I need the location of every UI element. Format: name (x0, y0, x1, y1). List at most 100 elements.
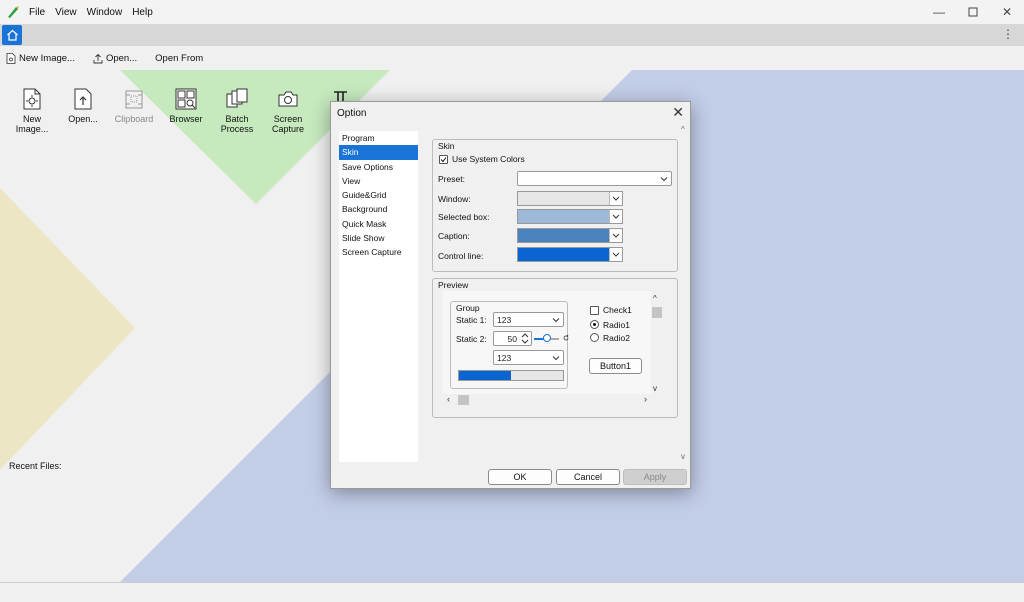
scroll-right-icon[interactable]: › (644, 394, 647, 404)
chevron-down-icon (612, 233, 620, 238)
caption-color-arrow[interactable] (609, 229, 622, 242)
clipboard-icon (125, 90, 143, 109)
preview-combo[interactable]: 123 (493, 350, 564, 365)
menu-window[interactable]: Window (82, 7, 128, 18)
nav-item-quick-mask[interactable]: Quick Mask (339, 217, 418, 231)
nav-item-program[interactable]: Program (339, 131, 418, 145)
control-line-color-swatch (518, 248, 609, 261)
launch-new-image-line1: New (22, 114, 41, 124)
panel-scroll-up-icon[interactable]: ^ (681, 125, 685, 134)
check1-checkbox[interactable] (590, 306, 599, 315)
menu-view[interactable]: View (50, 7, 82, 18)
upload-icon (93, 53, 103, 63)
caption-color-picker[interactable] (517, 228, 623, 243)
launch-new-image[interactable]: New Image... (8, 88, 56, 134)
scrollbar-thumb[interactable] (458, 395, 469, 405)
selected-box-color-picker[interactable] (517, 209, 623, 224)
use-system-colors-checkbox[interactable] (439, 155, 448, 164)
chevron-down-icon (552, 356, 560, 361)
vertical-scrollbar[interactable]: ^ v (651, 294, 662, 393)
horizontal-scrollbar[interactable]: ‹ › (443, 394, 651, 406)
static1-value: 123 (497, 315, 512, 325)
progress-fill (459, 371, 511, 380)
button1[interactable]: Button1 (589, 358, 642, 374)
dialog-title: Option (337, 108, 367, 119)
app-logo-icon (6, 5, 20, 19)
launch-screen-capture-line1: Screen (273, 114, 303, 124)
launch-screen-capture-line2: Capture (271, 124, 305, 134)
menu-file[interactable]: File (24, 7, 50, 18)
camera-icon (278, 91, 298, 107)
new-image-icon (6, 52, 16, 64)
minimize-button[interactable]: — (922, 0, 956, 24)
launch-batch-line1: Batch (225, 114, 249, 124)
vscroll-down-icon[interactable]: v (653, 384, 657, 393)
nav-item-screen-capture[interactable]: Screen Capture (339, 245, 418, 259)
static2-value: 50 (507, 334, 517, 344)
chevron-down-icon (660, 177, 668, 182)
preview-group-label: Preview (438, 280, 469, 290)
check1-label: Check1 (603, 305, 632, 315)
preview-group: Preview Group Static 1: 123 Static 2: 50 (432, 278, 678, 418)
nav-item-slide-show[interactable]: Slide Show (339, 231, 418, 245)
cancel-button[interactable]: Cancel (556, 469, 620, 485)
slider-thumb[interactable] (543, 334, 551, 342)
control-line-color-arrow[interactable] (609, 248, 622, 261)
window-color-picker[interactable] (517, 191, 623, 206)
open-from-label: Open From (155, 52, 204, 64)
preview-inner-group-label: Group (456, 303, 480, 313)
status-bar (0, 582, 1024, 602)
open-from-button[interactable]: Open From (155, 53, 203, 64)
apply-button[interactable]: Apply (623, 469, 687, 485)
launch-open-label: Open... (68, 114, 98, 124)
browser-icon (175, 88, 197, 110)
close-window-button[interactable]: ✕ (990, 0, 1024, 24)
launch-browser[interactable]: Browser (162, 88, 210, 124)
preset-dropdown[interactable] (517, 171, 672, 186)
window-color-arrow[interactable] (609, 192, 622, 205)
option-dialog: Option ✕ Program Skin Save Options View … (330, 101, 691, 489)
new-image-button[interactable]: New Image... (6, 53, 75, 64)
radio2-button[interactable] (590, 333, 599, 342)
nav-item-background[interactable]: Background (339, 202, 418, 216)
ok-button[interactable]: OK (488, 469, 552, 485)
static2-spinner[interactable]: 50 (493, 331, 532, 346)
menu-help[interactable]: Help (127, 7, 158, 18)
control-line-color-picker[interactable] (517, 247, 623, 262)
launch-batch-process[interactable]: Batch Process (213, 88, 261, 134)
option-nav-list: Program Skin Save Options View Guide&Gri… (339, 131, 418, 462)
launch-screen-capture[interactable]: Screen Capture (264, 88, 312, 134)
reset-icon[interactable] (562, 334, 570, 342)
radio1-button[interactable] (590, 320, 599, 329)
home-tab[interactable] (2, 25, 22, 45)
vscroll-up-icon[interactable]: ^ (653, 294, 657, 303)
static2-slider[interactable] (534, 334, 559, 342)
more-options-icon[interactable]: ⋮ (1002, 27, 1014, 41)
close-icon[interactable]: ✕ (672, 104, 684, 121)
skin-group-label: Skin (438, 141, 455, 151)
static2-label: Static 2: (456, 334, 487, 344)
nav-item-skin[interactable]: Skin (339, 145, 418, 160)
nav-item-guide-grid[interactable]: Guide&Grid (339, 188, 418, 202)
nav-item-view[interactable]: View (339, 174, 418, 188)
chevron-down-icon (612, 252, 620, 257)
preset-label: Preset: (438, 174, 465, 184)
static1-combo[interactable]: 123 (493, 312, 564, 327)
vscroll-thumb[interactable] (652, 307, 662, 318)
launch-open[interactable]: Open... (59, 88, 107, 124)
launch-clipboard[interactable]: Clipboard (110, 88, 158, 124)
nav-item-save-options[interactable]: Save Options (339, 160, 418, 174)
maximize-button[interactable] (956, 0, 990, 24)
static1-label: Static 1: (456, 315, 487, 325)
title-bar: File View Window Help — ✕ (0, 0, 1024, 24)
open-button[interactable]: Open... (93, 53, 137, 64)
radio2-label: Radio2 (603, 333, 630, 343)
selected-box-label: Selected box: (438, 212, 490, 222)
batch-process-icon (226, 88, 248, 108)
selected-box-color-arrow[interactable] (609, 210, 622, 223)
window-color-swatch (518, 192, 609, 205)
scroll-left-icon[interactable]: ‹ (447, 394, 450, 404)
panel-scroll-down-icon[interactable]: v (681, 452, 685, 461)
preview-inner-group: Group Static 1: 123 Static 2: 50 123 (450, 301, 570, 389)
progress-bar (458, 370, 564, 381)
